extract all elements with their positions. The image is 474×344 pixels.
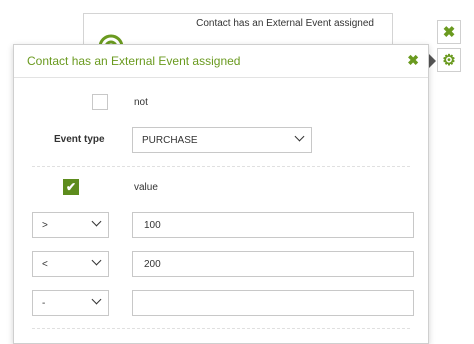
remove-condition-button[interactable]: ✖ [437, 20, 461, 44]
operator-value-3: - [42, 298, 46, 309]
divider [32, 166, 410, 167]
event-type-value: PURCHASE [142, 135, 198, 146]
condition-settings-panel: Contact has an External Event assigned ✖… [13, 44, 429, 344]
panel-title: Contact has an External Event assigned [27, 54, 241, 68]
chevron-down-icon [91, 294, 102, 305]
operator-value-1: > [42, 220, 48, 231]
operator-select-3[interactable]: - [32, 290, 109, 316]
checkmark-icon: ✔ [65, 180, 77, 194]
operator-select-1[interactable]: > [32, 212, 109, 238]
value-input-2-text: 200 [144, 259, 161, 270]
settings-button[interactable]: ⚙ [437, 48, 461, 72]
panel-header: Contact has an External Event assigned ✖ [14, 45, 428, 78]
chevron-down-icon [91, 216, 102, 227]
gear-icon: ⚙ [442, 52, 456, 69]
pointer-arrow-icon [428, 53, 436, 69]
divider [32, 328, 410, 329]
value-checkbox[interactable]: ✔ [63, 179, 79, 195]
panel-close-icon[interactable]: ✖ [407, 52, 419, 69]
value-input-3[interactable] [132, 290, 414, 316]
chevron-down-icon [294, 131, 305, 142]
not-label: not [134, 97, 148, 108]
not-checkbox[interactable] [92, 94, 108, 110]
event-type-select[interactable]: PURCHASE [132, 127, 312, 153]
operator-value-2: < [42, 259, 48, 270]
operator-select-2[interactable]: < [32, 251, 109, 277]
value-input-1-text: 100 [144, 220, 161, 231]
chevron-down-icon [91, 255, 102, 266]
value-label: value [134, 182, 158, 193]
value-input-1[interactable]: 100 [132, 212, 414, 238]
value-input-2[interactable]: 200 [132, 251, 414, 277]
event-type-label: Event type [54, 134, 105, 145]
close-icon: ✖ [442, 24, 456, 41]
background-card-title: Contact has an External Event assigned [196, 18, 374, 29]
